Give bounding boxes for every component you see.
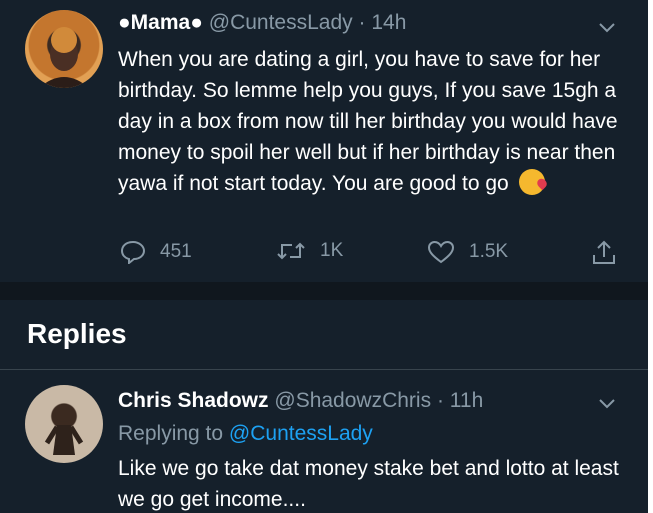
timestamp[interactable]: 14h: [371, 11, 406, 34]
reply-chevron-down-icon[interactable]: [597, 396, 617, 410]
reply-icon: [120, 240, 146, 264]
right-edge: [648, 0, 653, 513]
handle[interactable]: @CuntessLady: [209, 11, 353, 34]
replies-heading: Replies: [27, 318, 127, 349]
reply-handle[interactable]: @ShadowzChris: [274, 389, 431, 412]
tweet-header: ●Mama● @CuntessLady · 14h: [118, 10, 406, 36]
retweet-button[interactable]: 1K: [276, 240, 343, 262]
reply-button[interactable]: 451: [120, 240, 192, 264]
reply-count: 451: [160, 241, 192, 262]
section-separator: [0, 282, 648, 300]
reply-avatar[interactable]: [25, 385, 103, 463]
tweet-text-content: When you are dating a girl, you have to …: [118, 48, 618, 195]
face-blowing-kiss-icon: [518, 169, 545, 195]
reply-timestamp[interactable]: 11h: [450, 389, 483, 412]
reply-header: Chris Shadowz @ShadowzChris · 11h: [118, 388, 483, 414]
heart-icon: [427, 240, 455, 264]
replying-to-line: Replying to @CuntessLady: [118, 420, 373, 448]
share-button[interactable]: [591, 240, 617, 266]
retweet-icon: [277, 242, 305, 260]
chevron-down-icon[interactable]: [597, 20, 617, 34]
like-button[interactable]: 1.5K: [427, 240, 508, 264]
share-icon: [593, 240, 615, 264]
avatar[interactable]: [25, 10, 103, 88]
reply-display-name[interactable]: Chris Shadowz: [118, 389, 269, 412]
retweet-count: 1K: [320, 240, 344, 261]
reply-text: Like we go take dat money stake bet and …: [118, 457, 619, 511]
dot-separator: ·: [358, 11, 366, 34]
display-name[interactable]: ●Mama●: [118, 11, 203, 34]
replying-prefix: Replying to: [118, 422, 224, 445]
tweet-thread-view: ●Mama● @CuntessLady · 14h When you are d…: [0, 0, 648, 513]
tweet-text: When you are dating a girl, you have to …: [118, 44, 618, 199]
like-count: 1.5K: [469, 241, 509, 262]
main-tweet[interactable]: ●Mama● @CuntessLady · 14h When you are d…: [0, 0, 648, 282]
reply-dot-separator: ·: [436, 389, 444, 412]
divider: [0, 369, 648, 370]
replying-to-link[interactable]: @CuntessLady: [229, 422, 373, 445]
